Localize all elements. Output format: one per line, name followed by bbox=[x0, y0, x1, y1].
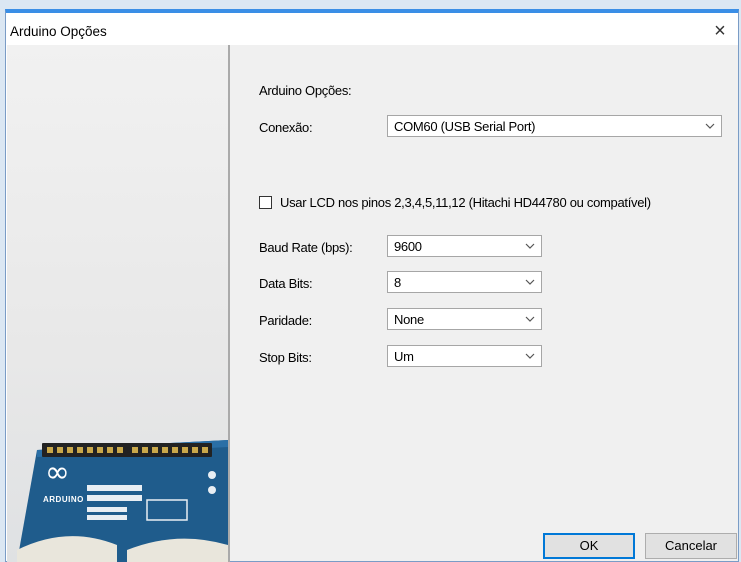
chevron-down-icon bbox=[525, 243, 535, 249]
lcd-checkbox-label[interactable]: Usar LCD nos pinos 2,3,4,5,11,12 (Hitach… bbox=[280, 195, 651, 210]
connection-select[interactable]: COM60 (USB Serial Port) bbox=[387, 115, 722, 137]
stop-bits-value: Um bbox=[394, 349, 414, 364]
chevron-down-icon bbox=[705, 123, 715, 129]
data-bits-select[interactable]: 8 bbox=[387, 271, 542, 293]
parity-select[interactable]: None bbox=[387, 308, 542, 330]
chevron-down-icon bbox=[525, 353, 535, 359]
baud-rate-select[interactable]: 9600 bbox=[387, 235, 542, 257]
stop-bits-select[interactable]: Um bbox=[387, 345, 542, 367]
connection-label: Conexão: bbox=[259, 120, 313, 135]
arduino-logo-icon: ∞ bbox=[45, 455, 70, 490]
connection-value: COM60 (USB Serial Port) bbox=[394, 119, 536, 134]
lcd-checkbox[interactable] bbox=[259, 196, 272, 209]
baud-rate-value: 9600 bbox=[394, 239, 422, 254]
options-dialog: Arduino Opções × ∞ ARDUINO Arduino Opçõe… bbox=[5, 9, 739, 562]
board-image-panel: ∞ ARDUINO bbox=[7, 45, 228, 562]
ok-button[interactable]: OK bbox=[543, 533, 635, 559]
cancel-button[interactable]: Cancelar bbox=[645, 533, 737, 559]
chevron-down-icon bbox=[525, 279, 535, 285]
arduino-board-image bbox=[17, 440, 228, 562]
stop-bits-label: Stop Bits: bbox=[259, 350, 312, 365]
window-title: Arduino Opções bbox=[10, 24, 107, 39]
data-bits-value: 8 bbox=[394, 275, 401, 290]
chevron-down-icon bbox=[525, 316, 535, 322]
baud-rate-label: Baud Rate (bps): bbox=[259, 240, 353, 255]
parity-value: None bbox=[394, 312, 424, 327]
options-heading: Arduino Opções: bbox=[259, 83, 352, 98]
parity-label: Paridade: bbox=[259, 313, 312, 328]
options-panel: Arduino Opções: Conexão: COM60 (USB Seri… bbox=[230, 45, 738, 561]
arduino-brand-text: ARDUINO bbox=[43, 495, 84, 504]
close-icon[interactable]: × bbox=[708, 20, 732, 42]
data-bits-label: Data Bits: bbox=[259, 276, 313, 291]
title-bar: Arduino Opções × bbox=[6, 13, 738, 45]
